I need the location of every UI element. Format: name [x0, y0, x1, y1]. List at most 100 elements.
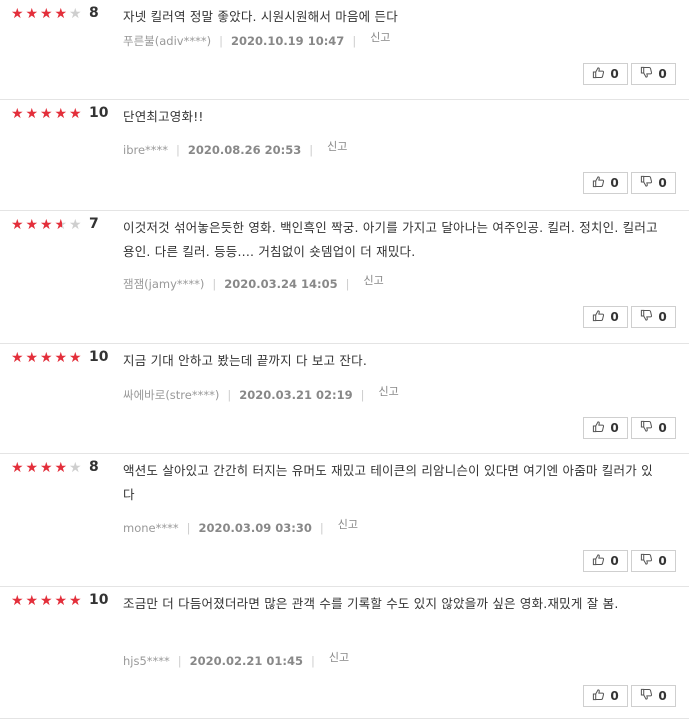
meta-divider: |	[352, 34, 357, 48]
star-icon: ★	[69, 593, 82, 609]
review-meta: mone**** | 2020.03.09 03:30 | 신고	[123, 518, 358, 536]
vote-buttons: 0 0	[583, 63, 676, 85]
review-meta: 잼잼(jamy****) | 2020.03.24 14:05 | 신고	[123, 274, 384, 292]
star-icon: ★	[25, 217, 39, 233]
meta-divider: |	[177, 654, 182, 668]
report-link[interactable]: 신고	[370, 29, 390, 45]
review-text: 조금만 더 다듬어졌더라면 많은 관객 수를 기록할 수도 있지 않았을까 싶은…	[123, 596, 619, 611]
meta-divider: |	[360, 388, 365, 402]
like-button[interactable]: 0	[583, 417, 628, 439]
star-icon: ★	[40, 350, 53, 366]
star-icon: ★	[40, 593, 53, 609]
meta-divider: |	[319, 521, 324, 535]
star-icon: ★	[69, 106, 82, 122]
review-score: 7	[89, 216, 99, 232]
review-text: 이것저것 섞어놓은듯한 영화. 백인흑인 짝궁. 아기를 가지고 달아나는 여주…	[123, 220, 658, 259]
dislike-count: 0	[658, 554, 667, 568]
review-item: ★ ★ ★ ★ ★ 8 자넷 킬러역 정말 좋았다. 시원시원해서 마음에 든다 푸른불…	[0, 0, 689, 100]
like-button[interactable]: 0	[583, 685, 628, 707]
report-link[interactable]: 신고	[378, 383, 398, 399]
review-item: ★ ★ ★ ★ ★ 10 단연최고영화!! ibre**** | 2020.08.26 …	[0, 100, 689, 211]
dislike-count: 0	[658, 421, 667, 435]
like-button[interactable]: 0	[583, 63, 628, 85]
like-count: 0	[610, 554, 619, 568]
review-meta: hjs5**** | 2020.02.21 01:45 | 신고	[123, 651, 349, 669]
thumbs-up-icon	[592, 309, 610, 325]
dislike-count: 0	[658, 689, 667, 703]
meta-divider: |	[227, 388, 232, 402]
meta-divider: |	[311, 654, 315, 668]
star-icon: ★	[69, 460, 82, 476]
vote-buttons: 0 0	[583, 550, 676, 572]
star-icon: ★	[11, 593, 24, 609]
like-count: 0	[610, 67, 619, 81]
thumbs-down-icon	[640, 175, 658, 191]
star-icon: ★	[40, 106, 53, 122]
like-button[interactable]: 0	[583, 550, 628, 572]
review-text: 액션도 살아있고 간간히 터지는 유머도 재밌고 테이큰의 리암니슨이 있다면 …	[123, 463, 653, 502]
dislike-button[interactable]: 0	[631, 172, 676, 194]
like-button[interactable]: 0	[583, 172, 628, 194]
like-count: 0	[610, 421, 619, 435]
star-rating: ★ ★ ★ ★ ★	[11, 351, 84, 365]
star-rating: ★ ★ ★ ★ ★	[11, 594, 84, 608]
like-count: 0	[610, 176, 619, 190]
review-score: 8	[89, 5, 99, 21]
like-button[interactable]: 0	[583, 306, 628, 328]
thumbs-up-icon	[592, 553, 610, 569]
thumbs-down-icon	[640, 309, 658, 325]
like-count: 0	[610, 310, 619, 324]
review-author: hjs5****	[123, 654, 170, 668]
thumbs-down-icon	[640, 66, 658, 82]
review-score: 10	[89, 105, 109, 121]
star-icon: ★	[11, 350, 24, 366]
star-icon: ★	[54, 6, 68, 22]
review-score: 10	[89, 592, 109, 608]
dislike-button[interactable]: 0	[631, 550, 676, 572]
meta-divider: |	[212, 277, 217, 291]
report-link[interactable]: 신고	[364, 272, 384, 288]
report-link[interactable]: 신고	[338, 516, 358, 532]
star-icon: ★	[11, 106, 24, 122]
dislike-button[interactable]: 0	[631, 63, 676, 85]
review-score: 8	[89, 459, 99, 475]
review-text: 지금 기대 안하고 봤는데 끝까지 다 보고 잔다.	[123, 353, 367, 368]
star-icon: ★	[11, 460, 24, 476]
review-author: 싸에바로(stre****)	[123, 388, 220, 402]
review-date: 2020.02.21 01:45	[189, 654, 304, 668]
dislike-count: 0	[658, 310, 667, 324]
dislike-count: 0	[658, 67, 667, 81]
vote-buttons: 0 0	[583, 172, 676, 194]
review-date: 2020.10.19 10:47	[230, 34, 345, 48]
star-icon: ★	[25, 106, 39, 122]
dislike-button[interactable]: 0	[631, 685, 676, 707]
star-icon: ★	[69, 6, 82, 22]
dislike-count: 0	[658, 176, 667, 190]
star-icon: ★	[25, 6, 39, 22]
report-link[interactable]: 신고	[327, 138, 347, 154]
review-author: mone****	[123, 521, 179, 535]
star-rating: ★ ★ ★ ★ ★	[11, 461, 84, 475]
star-icon: ★	[11, 217, 24, 233]
review-item: ★ ★ ★ ★ ★ 10 지금 기대 안하고 봤는데 끝까지 다 보고 잔다. 싸에바로…	[0, 344, 689, 454]
review-date: 2020.08.26 20:53	[187, 143, 302, 157]
star-icon: ★	[69, 350, 82, 366]
review-meta: 푸른불(adiv****) | 2020.10.19 10:47 | 신고	[123, 31, 390, 49]
star-icon: ★	[40, 460, 53, 476]
report-link[interactable]: 신고	[329, 649, 349, 665]
dislike-button[interactable]: 0	[631, 417, 676, 439]
review-text: 자넷 킬러역 정말 좋았다. 시원시원해서 마음에 든다	[123, 9, 398, 24]
review-item: ★ ★ ★ ★ ★ 8 액션도 살아있고 간간히 터지는 유머도 재밌고 테이큰의 리암…	[0, 454, 689, 587]
review-item: ★ ★ ★ ★ ★ 10 조금만 더 다듬어졌더라면 많은 관객 수를 기록할 수도 있…	[0, 587, 689, 719]
thumbs-down-icon	[640, 688, 658, 704]
review-author: 푸른불(adiv****)	[123, 34, 212, 48]
thumbs-up-icon	[592, 688, 610, 704]
meta-divider: |	[309, 143, 314, 157]
like-count: 0	[610, 689, 619, 703]
thumbs-down-icon	[640, 553, 658, 569]
dislike-button[interactable]: 0	[631, 306, 676, 328]
star-icon: ★	[25, 593, 39, 609]
star-icon: ★	[25, 350, 39, 366]
review-date: 2020.03.24 14:05	[224, 277, 338, 291]
vote-buttons: 0 0	[583, 306, 676, 328]
